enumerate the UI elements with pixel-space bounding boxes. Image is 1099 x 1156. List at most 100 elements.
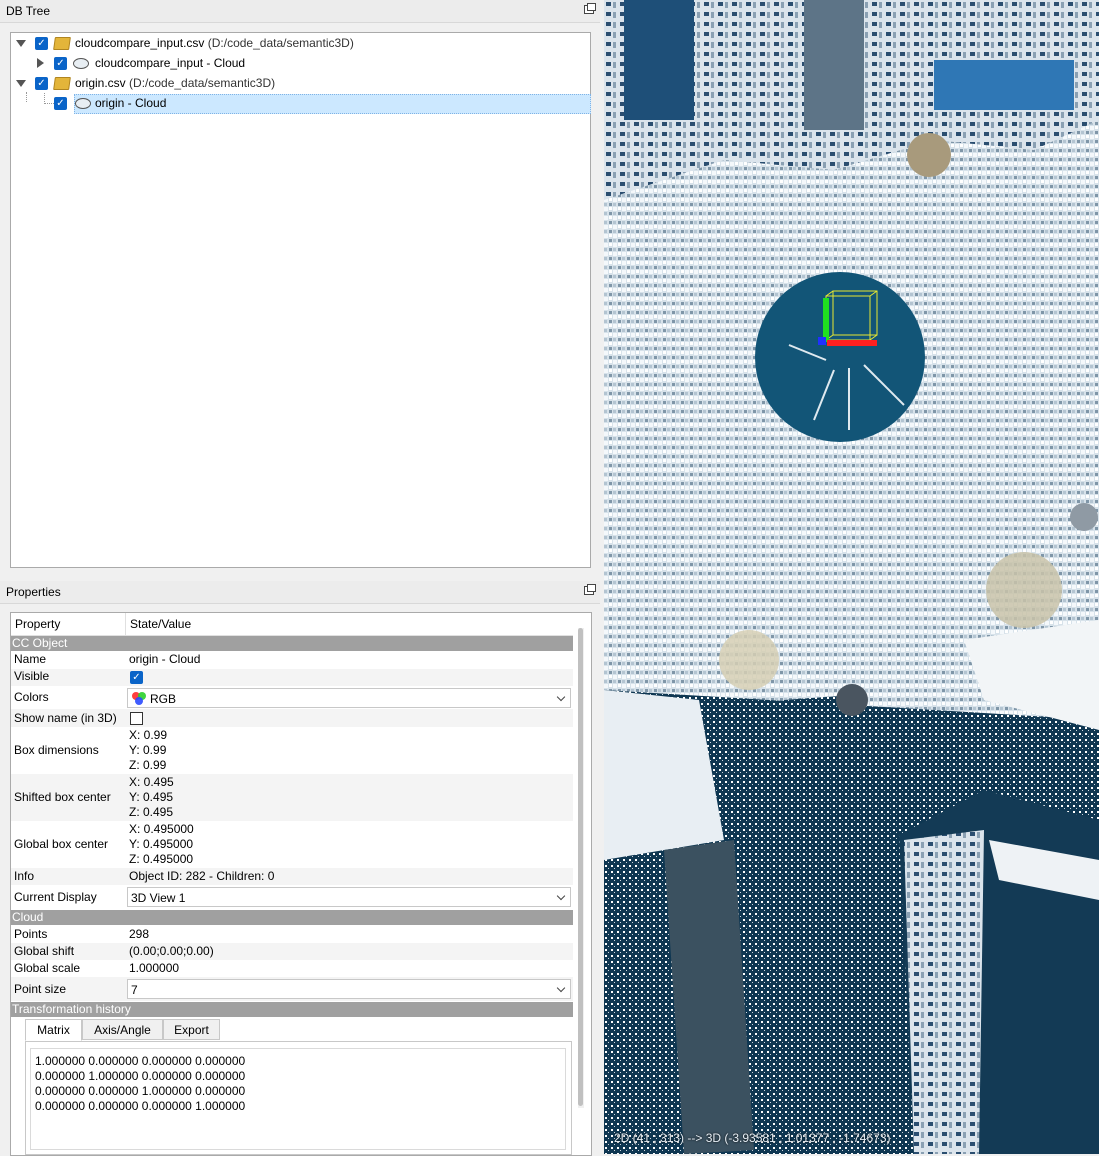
tree-item-path: (D:/code_data/semantic3D): [207, 36, 354, 50]
column-header-property[interactable]: Property: [11, 613, 60, 635]
section-label: Cloud: [12, 910, 44, 924]
section-label: Transformation history: [12, 1002, 131, 1016]
db-tree-title: DB Tree: [6, 4, 51, 18]
row-value: Object ID: 282 - Children: 0: [129, 869, 275, 883]
row-global-shift: Global shift (0.00;0.00;0.00): [11, 943, 573, 960]
dropdown-value: RGB: [150, 692, 177, 706]
colors-dropdown[interactable]: RGB: [127, 688, 571, 708]
visibility-checkbox[interactable]: ✓: [35, 77, 48, 90]
tree-item-name: cloudcompare_input - Cloud: [95, 56, 246, 70]
value-z: Z: 0.495: [129, 805, 174, 819]
row-colors: Colors RGB: [11, 686, 573, 709]
tree-canopy: [907, 133, 951, 177]
value-y: Y: 0.495: [129, 790, 174, 804]
column-header-value[interactable]: State/Value: [126, 613, 191, 635]
row-box-dimensions: Box dimensions X: 0.99 Y: 0.99 Z: 0.99: [11, 727, 573, 774]
row-key: Shifted box center: [14, 790, 111, 804]
row-key: Name: [14, 652, 47, 666]
row-current-display: Current Display 3D View 1: [11, 885, 573, 909]
scrollbar-thumb[interactable]: [578, 628, 583, 1106]
row-key: Info: [14, 869, 35, 883]
matrix-tab-pane: 1.000000 0.000000 0.000000 0.000000 0.00…: [25, 1041, 572, 1155]
visibility-checkbox[interactable]: ✓: [35, 37, 48, 50]
db-tree-title-bar: DB Tree: [0, 0, 600, 23]
db-tree-view[interactable]: ✓ cloudcompare_input.csv (D:/code_data/s…: [10, 32, 591, 568]
visible-checkbox[interactable]: ✓: [130, 671, 143, 684]
tree-item-name: cloudcompare_input.csv: [75, 36, 205, 50]
expand-arrow-icon[interactable]: [35, 53, 47, 73]
tree-canopy: [719, 630, 779, 690]
value-x: X: 0.495000: [129, 822, 194, 836]
axis-y-icon: [823, 298, 829, 342]
coordinate-readout: 2D (41 ; 313) --> 3D (-3.93581 ; 1.01377…: [614, 1131, 891, 1145]
properties-title: Properties: [6, 585, 61, 599]
row-show-name: Show name (in 3D): [11, 709, 573, 727]
row-key: Point size: [14, 982, 67, 996]
row-value: 1.000000: [129, 961, 180, 975]
chevron-down-icon: [556, 692, 566, 702]
selected-cloud-disc[interactable]: [755, 272, 925, 442]
dropdown-value: 3D View 1: [131, 891, 186, 905]
point-size-dropdown[interactable]: 7: [127, 979, 571, 999]
tab-axis-angle[interactable]: Axis/Angle: [82, 1019, 163, 1040]
section-transformation-history: Transformation history: [11, 1002, 573, 1017]
axis-x-icon: [827, 340, 877, 346]
building-column: [804, 0, 864, 130]
db-tree-panel: DB Tree ✓ cloudcompare_input.csv (D:/cod…: [0, 0, 600, 578]
tree-item-label: cloudcompare_input.csv (D:/code_data/sem…: [75, 33, 354, 53]
point-cloud-render[interactable]: [604, 0, 1099, 1154]
collapse-arrow-icon[interactable]: [16, 33, 28, 53]
tab-export[interactable]: Export: [163, 1019, 220, 1040]
visibility-checkbox[interactable]: ✓: [54, 97, 67, 110]
building-facade-right: [904, 830, 984, 1154]
row-value[interactable]: origin - Cloud: [129, 652, 200, 666]
tab-matrix[interactable]: Matrix: [25, 1019, 82, 1041]
row-point-size: Point size 7: [11, 977, 573, 1001]
row-key: Colors: [14, 690, 49, 704]
row-key: Current Display: [14, 890, 97, 904]
chevron-down-icon: [556, 891, 566, 901]
row-info: Info Object ID: 282 - Children: 0: [11, 868, 573, 885]
tree-canopy: [986, 552, 1062, 628]
row-global-box-center: Global box center X: 0.495000 Y: 0.49500…: [11, 821, 573, 868]
show-name-checkbox[interactable]: [130, 712, 143, 725]
properties-scrollbar[interactable]: [578, 628, 584, 1108]
folder-icon: [53, 37, 71, 50]
row-global-scale: Global scale 1.000000: [11, 960, 573, 977]
value-x: X: 0.99: [129, 728, 168, 742]
undock-icon[interactable]: [584, 3, 596, 14]
tree-item-origin-csv[interactable]: ✓ origin.csv (D:/code_data/semantic3D): [11, 73, 588, 93]
current-display-dropdown[interactable]: 3D View 1: [127, 887, 571, 907]
building-sign: [934, 60, 1074, 110]
point-cloud-icon: [73, 58, 89, 69]
value-z: Z: 0.99: [129, 758, 167, 772]
row-visible: Visible ✓: [11, 669, 573, 686]
row-key: Box dimensions: [14, 743, 99, 757]
sphere-object: [836, 684, 868, 716]
row-name: Name origin - Cloud: [11, 652, 573, 669]
transformation-matrix-text[interactable]: 1.000000 0.000000 0.000000 0.000000 0.00…: [30, 1048, 566, 1150]
tree-item-origin-cloud[interactable]: ✓ origin - Cloud: [11, 93, 588, 113]
3d-view[interactable]: 2D (41 ; 313) --> 3D (-3.93581 ; 1.01377…: [604, 0, 1099, 1154]
section-cc-object: CC Object: [11, 636, 573, 651]
structure-center: [774, 695, 854, 1154]
tree-item-cloudcompare-input-cloud[interactable]: ✓ cloudcompare_input - Cloud: [11, 53, 588, 73]
row-key: Show name (in 3D): [14, 711, 117, 725]
row-value: (0.00;0.00;0.00): [129, 944, 214, 958]
undock-icon[interactable]: [584, 584, 596, 595]
properties-title-bar: Properties: [0, 581, 600, 604]
visibility-checkbox[interactable]: ✓: [54, 57, 67, 70]
folder-icon: [53, 77, 71, 90]
dropdown-value: 7: [131, 983, 138, 997]
tree-item-name: origin.csv: [75, 76, 126, 90]
axis-z-icon: [818, 337, 826, 345]
tree-item-label: origin.csv (D:/code_data/semantic3D): [75, 73, 275, 93]
section-label: CC Object: [12, 636, 68, 650]
collapse-arrow-icon[interactable]: [16, 73, 28, 93]
tree-item-name: origin - Cloud: [95, 96, 167, 110]
building-window-block: [624, 0, 694, 120]
tree-item-cloudcompare-input-csv[interactable]: ✓ cloudcompare_input.csv (D:/code_data/s…: [11, 33, 588, 53]
point-cloud-icon: [75, 98, 91, 109]
value-y: Y: 0.99: [129, 743, 167, 757]
chevron-down-icon: [556, 983, 566, 993]
